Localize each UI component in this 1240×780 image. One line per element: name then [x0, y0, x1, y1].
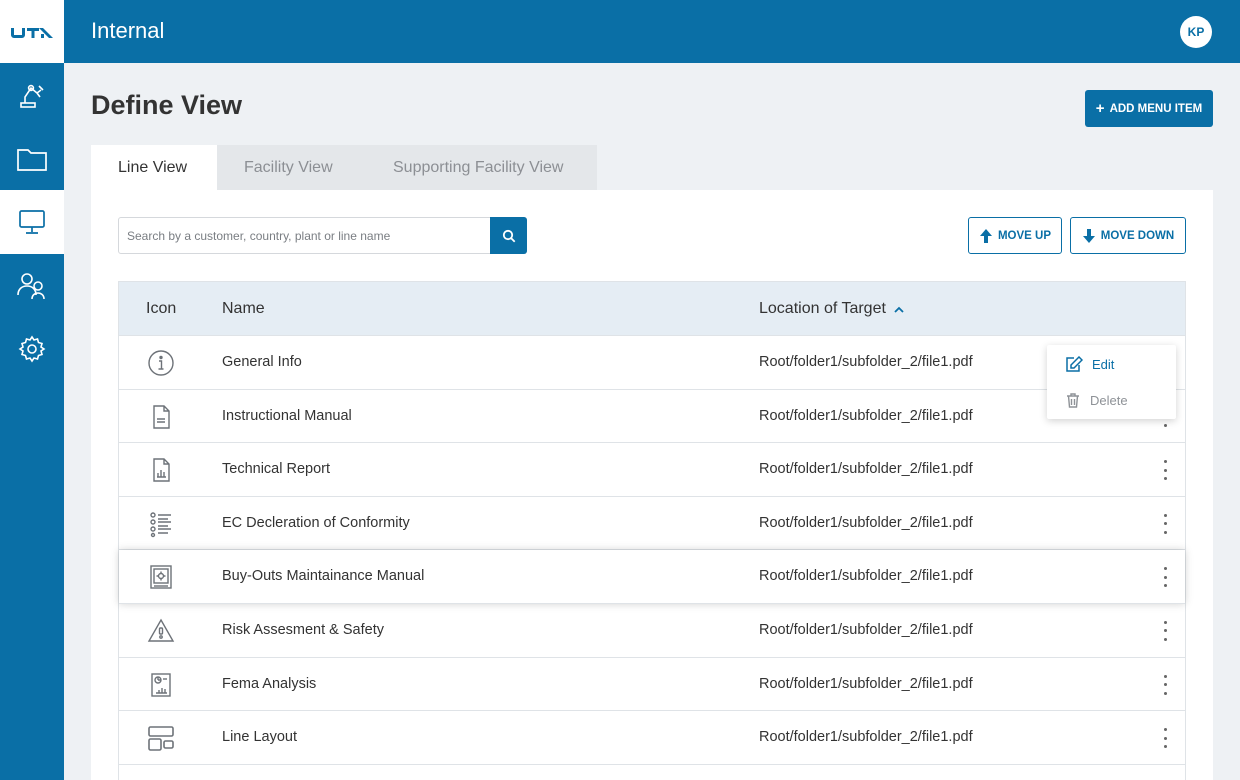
row-location: Root/folder1/subfolder_2/file1.pdf [759, 675, 973, 692]
trash-icon [1067, 393, 1079, 408]
row-name: Instructional Manual [222, 407, 352, 424]
sidebar [0, 0, 64, 780]
view-tabs: Line View Facility View Supporting Facil… [91, 145, 597, 190]
row-actions-kebab-icon[interactable] [1159, 513, 1171, 534]
search-box [118, 217, 527, 254]
page-title: Define View [91, 90, 243, 120]
logo[interactable] [0, 0, 64, 63]
move-up-button[interactable]: MOVE UP [968, 217, 1062, 254]
tab-facility-view[interactable]: Facility View [217, 145, 366, 190]
report-chart-icon [153, 458, 170, 482]
row-location: Root/folder1/subfolder_2/file1.pdf [759, 407, 973, 424]
row-name: Buy-Outs Maintainance Manual [222, 568, 425, 585]
add-menu-item-button[interactable]: + ADD MENU ITEM [1085, 90, 1213, 127]
search-button[interactable] [490, 217, 527, 254]
column-header-icon: Icon [146, 300, 177, 317]
folder-icon [17, 149, 47, 171]
add-menu-item-label: ADD MENU ITEM [1109, 102, 1203, 115]
row-location: Root/folder1/subfolder_2/file1.pdf [759, 621, 973, 638]
arrow-up-icon [979, 228, 992, 243]
edit-icon [1066, 356, 1083, 372]
manual-gear-icon [150, 565, 172, 590]
table-row[interactable]: Buy-Outs Maintainance Manual Root/folder… [119, 550, 1185, 604]
row-actions-kebab-icon[interactable] [1159, 460, 1171, 481]
sidebar-item-views[interactable] [0, 190, 64, 254]
checklist-icon [150, 512, 171, 537]
sort-ascending-icon [894, 306, 904, 313]
tab-line-view[interactable]: Line View [91, 145, 217, 190]
sidebar-item-files[interactable] [0, 127, 64, 191]
warning-icon [147, 618, 175, 642]
monitor-icon [19, 210, 45, 234]
row-context-menu: Edit Delete [1047, 345, 1176, 419]
layout-icon [148, 726, 174, 751]
column-header-location-label: Location of Target [759, 300, 886, 317]
row-name: EC Decleration of Conformity [222, 514, 410, 531]
row-name: Technical Report [222, 461, 330, 478]
row-name: Fema Analysis [222, 675, 317, 692]
robot-arm-icon [20, 84, 44, 108]
row-name: General Info [222, 354, 302, 370]
edit-menu-item[interactable]: Edit [1065, 354, 1114, 374]
sidebar-item-users[interactable] [0, 254, 64, 318]
move-up-label: MOVE UP [997, 229, 1052, 242]
top-bar: Internal KP [64, 0, 1240, 63]
row-location: Root/folder1/subfolder_2/file1.pdf [759, 354, 973, 370]
search-icon [502, 229, 515, 242]
table-row[interactable]: Line Layout Root/folder1/subfolder_2/fil… [119, 711, 1185, 765]
table-row[interactable]: Technical Report Root/folder1/subfolder_… [119, 443, 1185, 497]
analysis-icon [151, 672, 171, 697]
row-location: Root/folder1/subfolder_2/file1.pdf [759, 568, 973, 585]
sidebar-item-settings[interactable] [0, 317, 64, 381]
table-row[interactable]: Instructional Manual Root/folder1/subfol… [119, 389, 1185, 444]
row-actions-kebab-icon[interactable] [1159, 728, 1171, 749]
gear-icon [18, 335, 46, 363]
table-row[interactable]: Risk Assesment & Safety Root/folder1/sub… [119, 603, 1185, 658]
delete-label: Delete [1090, 392, 1128, 408]
logo-icon [11, 27, 53, 38]
table-row[interactable] [119, 764, 1185, 780]
edit-label: Edit [1092, 356, 1115, 372]
app-title: Internal [91, 18, 165, 43]
row-name: Line Layout [222, 729, 297, 746]
avatar[interactable]: KP [1180, 16, 1212, 48]
row-actions-kebab-icon[interactable] [1159, 567, 1171, 588]
row-location: Root/folder1/subfolder_2/file1.pdf [759, 461, 973, 478]
row-name: Risk Assesment & Safety [222, 621, 384, 638]
users-icon [17, 273, 45, 300]
table-header: Icon Name Location of Target [119, 282, 1185, 336]
plus-icon: + [1095, 100, 1105, 117]
column-header-location[interactable]: Location of Target [759, 300, 904, 318]
sidebar-item-robotics[interactable] [0, 63, 64, 127]
column-header-name[interactable]: Name [222, 300, 265, 318]
tab-supporting-facility-view[interactable]: Supporting Facility View [366, 145, 597, 190]
info-icon [148, 350, 174, 376]
row-location: Root/folder1/subfolder_2/file1.pdf [759, 729, 973, 746]
arrow-down-icon [1082, 228, 1095, 243]
row-actions-kebab-icon[interactable] [1159, 674, 1171, 695]
move-down-label: MOVE DOWN [1100, 229, 1175, 242]
delete-menu-item[interactable]: Delete [1065, 390, 1128, 410]
move-down-button[interactable]: MOVE DOWN [1070, 217, 1186, 254]
row-location: Root/folder1/subfolder_2/file1.pdf [759, 514, 973, 531]
table-row[interactable]: Fema Analysis Root/folder1/subfolder_2/f… [119, 657, 1185, 712]
table-row[interactable]: EC Decleration of Conformity Root/folder… [119, 496, 1185, 551]
table-row[interactable]: General Info Root/folder1/subfolder_2/fi… [119, 336, 1185, 390]
search-input[interactable] [119, 218, 491, 253]
document-icon [153, 404, 170, 429]
menu-items-table: Icon Name Location of Target General Inf… [118, 281, 1186, 780]
row-actions-kebab-icon[interactable] [1159, 620, 1171, 641]
